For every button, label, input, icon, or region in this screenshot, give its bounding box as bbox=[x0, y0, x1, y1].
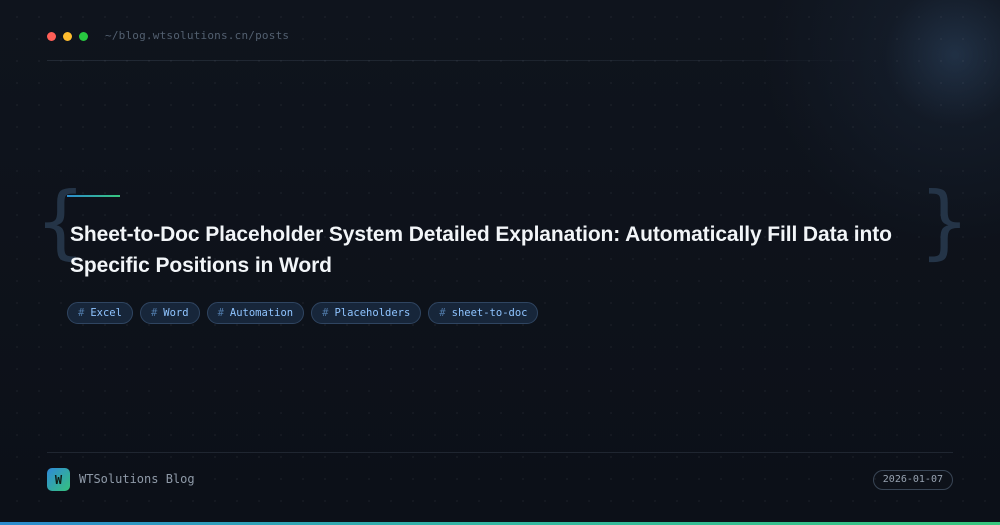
minimize-window-button[interactable] bbox=[63, 32, 72, 41]
tag-label: Word bbox=[163, 307, 189, 319]
bottom-divider bbox=[47, 452, 953, 453]
hash-icon: # bbox=[217, 307, 224, 319]
wtsolutions-logo-icon: W bbox=[47, 468, 70, 491]
tag-placeholders[interactable]: # Placeholders bbox=[311, 302, 422, 324]
hash-icon: # bbox=[78, 307, 85, 319]
tag-list: # Excel # Word # Automation # Placeholders #… bbox=[67, 302, 539, 324]
maximize-window-button[interactable] bbox=[79, 32, 88, 41]
tag-label: Automation bbox=[229, 307, 294, 319]
title-accent-line bbox=[67, 195, 120, 197]
tag-label: Excel bbox=[90, 307, 122, 319]
window-controls bbox=[47, 32, 88, 41]
hash-icon: # bbox=[322, 307, 329, 319]
post-date-badge: 2026-01-07 bbox=[872, 470, 953, 490]
tag-automation[interactable]: # Automation bbox=[206, 302, 305, 324]
site-name: WTSolutions Blog bbox=[79, 472, 195, 486]
right-brace-icon: } bbox=[919, 175, 970, 268]
top-divider bbox=[47, 60, 867, 61]
tag-word[interactable]: # Word bbox=[139, 302, 200, 324]
post-cover-card: ~/blog.wtsolutions.cn/posts { } Sheet-to… bbox=[0, 0, 1000, 525]
hash-icon: # bbox=[150, 307, 158, 319]
window-path: ~/blog.wtsolutions.cn/posts bbox=[105, 29, 290, 42]
close-window-button[interactable] bbox=[47, 32, 56, 41]
hash-icon: # bbox=[439, 307, 446, 319]
tag-excel[interactable]: # Excel bbox=[67, 302, 133, 324]
post-title: Sheet-to-Doc Placeholder System Detailed… bbox=[70, 223, 892, 277]
tag-label: Placeholders bbox=[334, 307, 411, 319]
tag-sheet-to-doc[interactable]: # sheet-to-doc bbox=[428, 302, 539, 324]
tag-label: sheet-to-doc bbox=[451, 307, 528, 319]
